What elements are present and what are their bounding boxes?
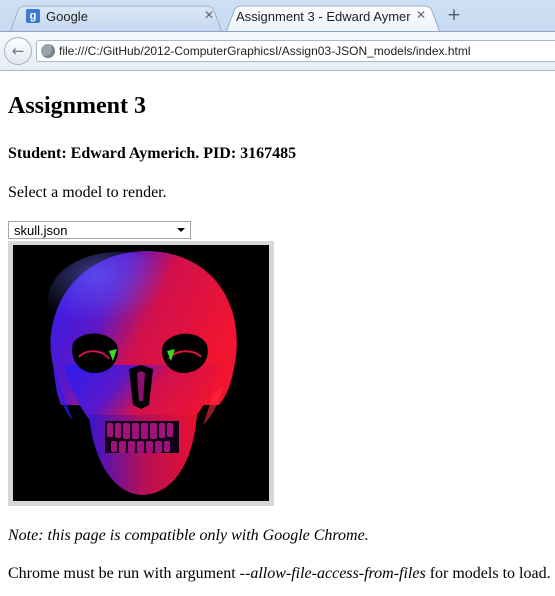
tab-google[interactable]: g Google ✕ bbox=[10, 3, 222, 31]
back-arrow-icon: ← bbox=[11, 42, 25, 60]
navigation-toolbar: ← file:///C:/GitHub/2012-ComputerGraphic… bbox=[0, 31, 555, 71]
browser-chrome: g Google ✕ Assignment 3 - Edward Aymeri.… bbox=[0, 0, 555, 71]
url-text: file:///C:/GitHub/2012-ComputerGraphicsI… bbox=[59, 44, 471, 58]
chrome-requirement: Chrome must be run with argument --allow… bbox=[8, 565, 551, 583]
model-select-value: skull.json bbox=[14, 223, 68, 238]
canvas-frame bbox=[8, 241, 274, 506]
requirement-text-before: Chrome must be run with argument bbox=[8, 565, 240, 582]
page-title: Assignment 3 bbox=[8, 93, 147, 119]
render-canvas[interactable] bbox=[13, 245, 269, 501]
model-select[interactable]: skull.json bbox=[8, 221, 191, 239]
address-bar[interactable]: file:///C:/GitHub/2012-ComputerGraphicsI… bbox=[36, 40, 555, 62]
back-button[interactable]: ← bbox=[4, 37, 32, 65]
tab-title: Google bbox=[46, 9, 88, 24]
requirement-text-after: for models to load. bbox=[425, 565, 551, 582]
globe-icon bbox=[41, 44, 55, 58]
skull-render-image bbox=[48, 251, 237, 495]
compatibility-note: Note: this page is compatible only with … bbox=[8, 527, 369, 544]
dropdown-arrow-icon bbox=[177, 228, 185, 232]
close-icon[interactable]: ✕ bbox=[202, 8, 216, 22]
new-tab-plus-icon[interactable]: + bbox=[446, 6, 462, 24]
tab-assignment-3[interactable]: Assignment 3 - Edward Aymeri... ✕ bbox=[226, 3, 440, 31]
select-prompt: Select a model to render. bbox=[8, 184, 167, 201]
google-favicon-icon: g bbox=[26, 9, 40, 23]
close-icon[interactable]: ✕ bbox=[414, 8, 428, 22]
tab-strip: g Google ✕ Assignment 3 - Edward Aymeri.… bbox=[0, 0, 555, 32]
student-info: Student: Edward Aymerich. PID: 3167485 bbox=[8, 145, 297, 162]
requirement-argument: --allow-file-access-from-files bbox=[239, 565, 426, 582]
tab-title: Assignment 3 - Edward Aymeri... bbox=[236, 9, 411, 24]
